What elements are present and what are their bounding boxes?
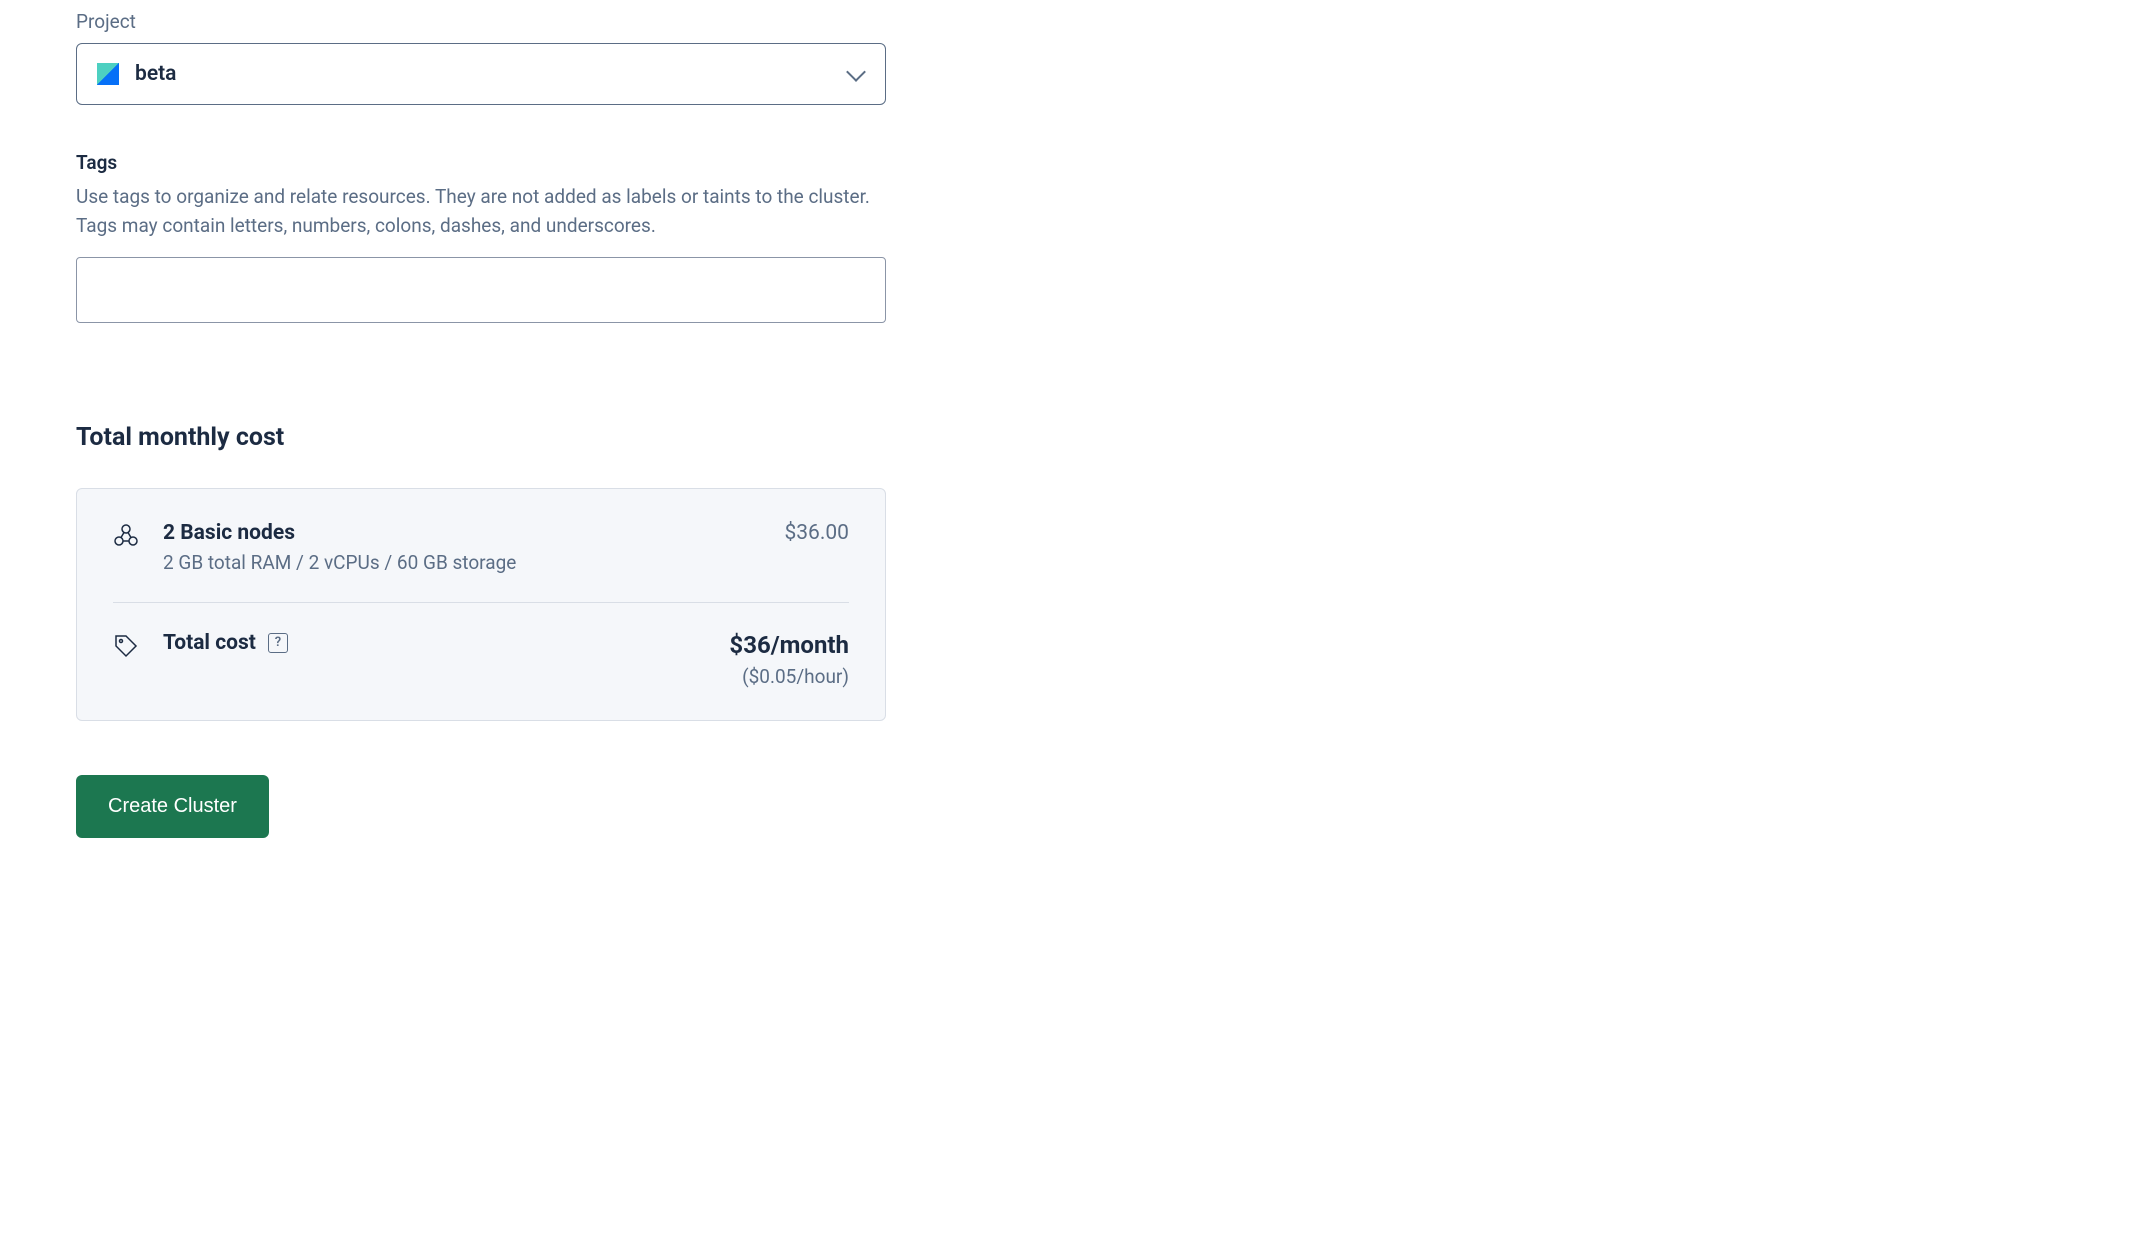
project-icon xyxy=(97,63,119,85)
total-hourly: ($0.05/hour) xyxy=(729,665,849,688)
total-cost-label: Total cost xyxy=(163,631,256,655)
project-select-value: beta xyxy=(135,62,847,86)
tag-icon xyxy=(113,633,139,659)
cost-line-details: 2 GB total RAM / 2 vCPUs / 60 GB storage xyxy=(163,551,784,574)
cost-line-price: $36.00 xyxy=(784,521,849,545)
cost-card: 2 Basic nodes 2 GB total RAM / 2 vCPUs /… xyxy=(76,488,886,721)
divider xyxy=(113,602,849,603)
total-monthly: $36/month xyxy=(729,631,849,659)
tags-label: Tags xyxy=(76,151,886,174)
cost-line-item: 2 Basic nodes 2 GB total RAM / 2 vCPUs /… xyxy=(113,521,849,574)
help-icon[interactable]: ? xyxy=(268,633,288,653)
total-cost-heading: Total monthly cost xyxy=(76,423,886,452)
tags-input[interactable] xyxy=(76,257,886,323)
project-label: Project xyxy=(76,10,886,33)
total-row: Total cost ? $36/month ($0.05/hour) xyxy=(113,631,849,688)
project-select[interactable]: beta xyxy=(76,43,886,105)
create-cluster-button[interactable]: Create Cluster xyxy=(76,775,269,838)
tags-helper-text: Use tags to organize and relate resource… xyxy=(76,182,886,241)
cost-line-title: 2 Basic nodes xyxy=(163,521,784,545)
chevron-down-icon xyxy=(847,69,865,79)
nodes-icon xyxy=(113,523,139,549)
